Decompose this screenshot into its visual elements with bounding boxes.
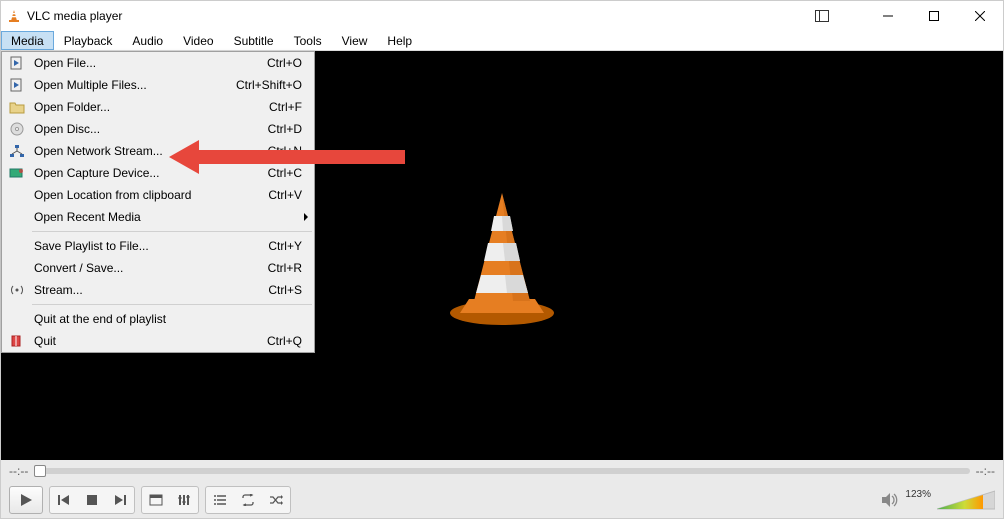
media-menu-item[interactable]: Stream...Ctrl+S — [2, 279, 314, 301]
network-icon — [6, 144, 28, 158]
stop-button[interactable] — [79, 488, 105, 512]
playlist-group — [205, 486, 291, 514]
time-remaining: --:-- — [976, 464, 995, 478]
playback-group — [49, 486, 135, 514]
media-menu-item[interactable]: Convert / Save...Ctrl+R — [2, 257, 314, 279]
stream-icon — [6, 283, 28, 297]
menu-audio[interactable]: Audio — [122, 31, 173, 50]
time-elapsed: --:-- — [9, 464, 28, 478]
menu-subtitle[interactable]: Subtitle — [224, 31, 284, 50]
disc-icon — [6, 122, 28, 136]
menu-item-label: Open File... — [28, 56, 267, 70]
view-group — [141, 486, 199, 514]
menu-item-shortcut: Ctrl+Shift+O — [236, 78, 308, 92]
media-menu-item[interactable]: QuitCtrl+Q — [2, 330, 314, 352]
seek-thumb[interactable] — [34, 465, 46, 477]
menu-item-label: Open Recent Media — [28, 210, 304, 224]
menu-item-label: Quit — [28, 334, 267, 348]
menu-item-shortcut: Ctrl+Y — [268, 239, 308, 253]
menu-item-label: Open Disc... — [28, 122, 268, 136]
menu-help[interactable]: Help — [377, 31, 422, 50]
seekbar-row: --:-- --:-- — [1, 460, 1003, 482]
menu-item-shortcut: Ctrl+O — [267, 56, 308, 70]
maximize-button[interactable] — [911, 1, 957, 31]
extended-settings-button[interactable] — [171, 488, 197, 512]
menu-item-shortcut: Ctrl+F — [269, 100, 308, 114]
menu-item-shortcut: Ctrl+V — [268, 188, 308, 202]
menu-item-label: Open Location from clipboard — [28, 188, 268, 202]
previous-button[interactable] — [51, 488, 77, 512]
menu-separator — [32, 231, 312, 232]
playlist-button[interactable] — [207, 488, 233, 512]
media-menu-item[interactable]: Open Folder...Ctrl+F — [2, 96, 314, 118]
menu-item-shortcut: Ctrl+Q — [267, 334, 308, 348]
minimize-button[interactable] — [865, 1, 911, 31]
menubar: MediaPlaybackAudioVideoSubtitleToolsView… — [1, 31, 1003, 51]
media-dropdown: Open File...Ctrl+OOpen Multiple Files...… — [1, 51, 315, 353]
file-icon — [6, 56, 28, 70]
menu-separator — [32, 304, 312, 305]
menu-item-label: Save Playlist to File... — [28, 239, 268, 253]
close-button[interactable] — [957, 1, 1003, 31]
fullscreen-button[interactable] — [143, 488, 169, 512]
media-menu-item[interactable]: Open File...Ctrl+O — [2, 52, 314, 74]
menu-video[interactable]: Video — [173, 31, 223, 50]
menu-item-label: Quit at the end of playlist — [28, 312, 302, 326]
shuffle-button[interactable] — [263, 488, 289, 512]
controls-row: 123% — [1, 482, 1003, 518]
media-menu-item[interactable]: Open Recent Media — [2, 206, 314, 228]
media-menu-item[interactable]: Open Location from clipboardCtrl+V — [2, 184, 314, 206]
speaker-icon[interactable] — [881, 492, 899, 508]
titlebar: VLC media player — [1, 1, 1003, 31]
chevron-right-icon — [304, 213, 308, 221]
vlc-cone-logo — [427, 181, 577, 331]
volume-slider[interactable] — [937, 489, 995, 511]
menu-item-label: Open Folder... — [28, 100, 269, 114]
menu-item-label: Convert / Save... — [28, 261, 268, 275]
capture-icon — [6, 166, 28, 180]
menu-item-label: Open Multiple Files... — [28, 78, 236, 92]
vlc-cone-icon — [7, 9, 21, 23]
media-menu-item[interactable]: Open Multiple Files...Ctrl+Shift+O — [2, 74, 314, 96]
menu-item-label: Stream... — [28, 283, 268, 297]
tab-outline-icon[interactable] — [799, 1, 845, 31]
menu-item-shortcut: Ctrl+D — [268, 122, 308, 136]
menu-playback[interactable]: Playback — [54, 31, 123, 50]
media-menu-item[interactable]: Quit at the end of playlist — [2, 308, 314, 330]
menu-tools[interactable]: Tools — [284, 31, 332, 50]
window-title: VLC media player — [27, 9, 122, 23]
quit-icon — [6, 334, 28, 348]
folder-icon — [6, 100, 28, 114]
menu-item-shortcut: Ctrl+S — [268, 283, 308, 297]
menu-media[interactable]: Media — [1, 31, 54, 50]
file-icon — [6, 78, 28, 92]
volume-area: 123% — [881, 489, 995, 511]
next-button[interactable] — [107, 488, 133, 512]
volume-label: 123% — [905, 489, 931, 500]
play-button[interactable] — [9, 486, 43, 514]
media-menu-item[interactable]: Save Playlist to File...Ctrl+Y — [2, 235, 314, 257]
menu-view[interactable]: View — [332, 31, 378, 50]
menu-item-shortcut: Ctrl+R — [268, 261, 308, 275]
annotation-arrow — [169, 137, 405, 177]
loop-button[interactable] — [235, 488, 261, 512]
seek-slider[interactable] — [34, 468, 969, 474]
